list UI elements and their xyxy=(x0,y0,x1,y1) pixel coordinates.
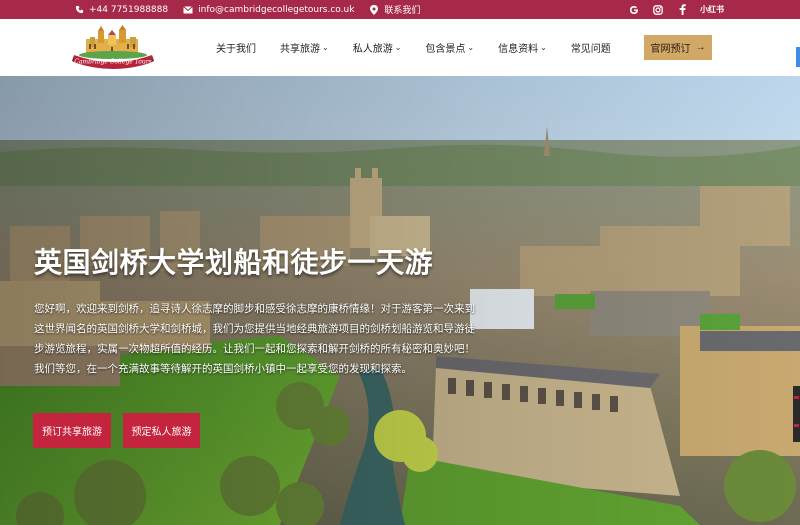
top-bar-contacts: +44 7751988888 info@cambridgecollegetour… xyxy=(73,0,420,19)
main-nav: 关于我们 共享旅游 ⌄ 私人旅游 ⌄ 包含景点 ⌄ 信息资料 ⌄ 常见问题 xyxy=(216,19,635,76)
book-now-label: 官网预订 xyxy=(650,44,691,55)
chevron-down-icon: ⌄ xyxy=(467,43,475,52)
site-header: Cambridge College Tours 关于我们 共享旅游 ⌄ 私人旅游… xyxy=(0,19,800,76)
chevron-down-icon: ⌄ xyxy=(540,43,547,52)
location-pin-icon xyxy=(368,4,380,16)
social-links: 小红书 xyxy=(628,0,724,19)
book-private-tour-button[interactable]: 预定私人旅游 xyxy=(123,413,200,448)
contact-link[interactable]: 联系我们 xyxy=(368,3,420,16)
xiaohongshu-link[interactable]: 小红书 xyxy=(700,4,724,15)
hero-description: 您好啊，欢迎来到剑桥，追寻诗人徐志摩的脚步和感受徐志摩的康桥情缘！对于游客第一次… xyxy=(34,303,475,375)
google-icon[interactable] xyxy=(628,4,640,16)
nav-about[interactable]: 关于我们 xyxy=(216,40,256,55)
instagram-icon[interactable] xyxy=(652,4,664,16)
nav-shared-tours[interactable]: 共享旅游 ⌄ xyxy=(280,40,329,55)
phone-icon xyxy=(73,4,85,16)
nav-label: 关于我们 xyxy=(216,44,256,55)
book-shared-tour-button[interactable]: 预订共享旅游 xyxy=(33,413,111,448)
nav-faq[interactable]: 常见问题 xyxy=(571,40,611,55)
widget-mark xyxy=(794,396,799,399)
chevron-down-icon: ⌄ xyxy=(322,43,329,52)
phone-link[interactable]: +44 7751988888 xyxy=(73,4,168,16)
mail-icon xyxy=(182,4,194,16)
chevron-down-icon: ⌄ xyxy=(394,43,402,52)
nav-private-tours[interactable]: 私人旅游 ⌄ xyxy=(353,40,402,55)
email-link[interactable]: info@cambridgecollegetours.co.uk xyxy=(182,4,354,16)
arrow-right-icon: → xyxy=(695,42,706,53)
nav-label: 常见问题 xyxy=(570,44,611,55)
facebook-icon[interactable] xyxy=(676,4,688,16)
widget-mark xyxy=(794,424,799,427)
phone-number: +44 7751988888 xyxy=(89,4,169,15)
nav-label: 包含景点 xyxy=(425,44,466,55)
site-logo[interactable]: Cambridge College Tours xyxy=(72,25,154,71)
email-address: info@cambridgecollegetours.co.uk xyxy=(198,4,355,15)
nav-label: 共享旅游 xyxy=(280,44,320,55)
logo-text: Cambridge College Tours xyxy=(74,59,151,66)
nav-label: 私人旅游 xyxy=(352,44,393,55)
contact-label: 联系我们 xyxy=(384,6,421,16)
nav-information[interactable]: 信息资料 ⌄ xyxy=(498,40,547,55)
nav-label: 信息资料 xyxy=(498,44,539,55)
top-bar: +44 7751988888 info@cambridgecollegetour… xyxy=(0,0,800,19)
hero-title: 英国剑桥大学划船和徒步一天游 xyxy=(34,246,434,279)
hero-section: 英国剑桥大学划船和徒步一天游 您好啊，欢迎来到剑桥，追寻诗人徐志摩的脚步和感受徐… xyxy=(0,76,800,525)
nav-attractions[interactable]: 包含景点 ⌄ xyxy=(425,40,474,55)
floating-side-widget[interactable] xyxy=(793,386,800,442)
side-tab[interactable] xyxy=(796,47,800,67)
book-now-button[interactable]: 官网预订 → xyxy=(644,35,712,60)
